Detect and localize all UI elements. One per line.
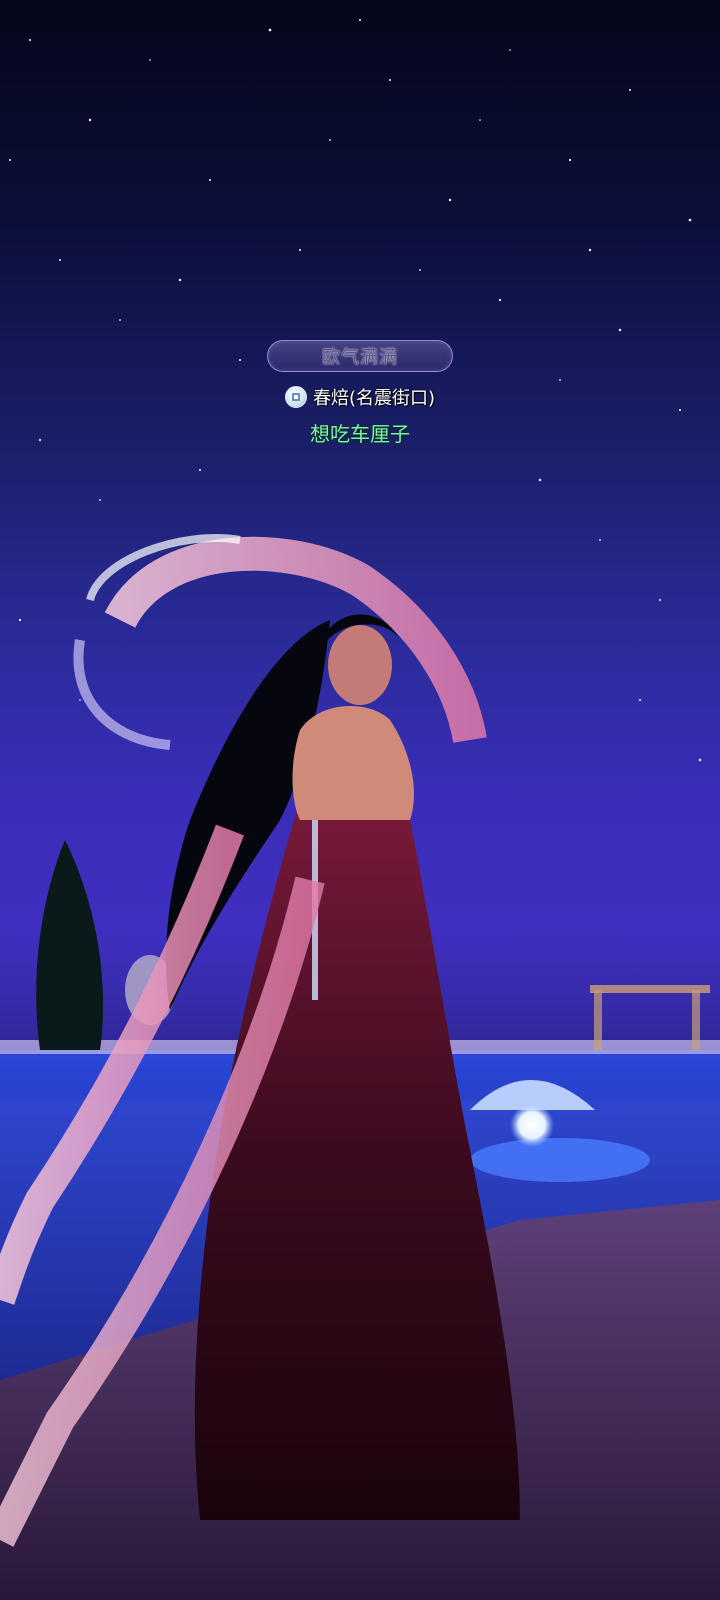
guild-name: 想吃车厘子	[310, 422, 410, 446]
player-name-row: 春焙(名震街口)	[284, 384, 436, 410]
player-nameplate: 欧气满满 春焙(名震街口) 想吃车厘子	[0, 340, 720, 447]
title-badge-label: 欧气满满	[322, 347, 398, 368]
scene-art	[0, 534, 720, 1600]
title-badge: 欧气满满	[267, 340, 453, 372]
player-name: 春焙(名震街口)	[312, 388, 436, 409]
server-badge-icon	[284, 386, 307, 408]
game-scene: 欧气满满 春焙(名震街口) 想吃车厘子	[0, 0, 720, 1600]
